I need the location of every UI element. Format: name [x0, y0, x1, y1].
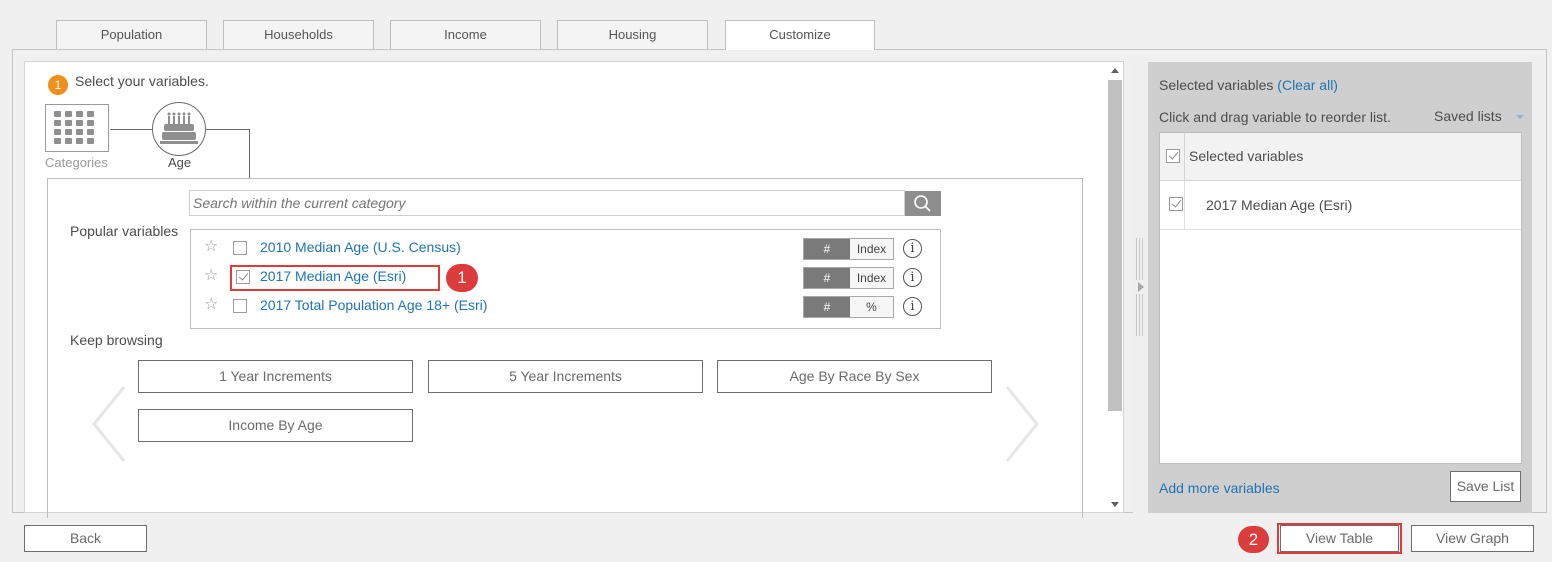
step-label: Select your variables.	[75, 73, 209, 89]
tab-income[interactable]: Income	[390, 20, 541, 49]
info-icon[interactable]: i	[903, 268, 922, 287]
keep-browsing-heading: Keep browsing	[70, 332, 163, 348]
selected-variables-title-text: Selected variables	[1159, 77, 1274, 93]
scrollbar[interactable]	[1108, 62, 1123, 512]
toggle-count[interactable]: #	[804, 239, 850, 259]
browse-1-year-increments-button[interactable]: 1 Year Increments	[138, 360, 413, 393]
toggle-index[interactable]: Index	[850, 268, 893, 288]
popular-variables-heading: Popular variables	[70, 223, 179, 239]
tab-housing[interactable]: Housing	[557, 20, 708, 49]
tab-households[interactable]: Households	[223, 20, 374, 49]
reorder-instructions: Click and drag variable to reorder list.	[1159, 109, 1391, 125]
breadcrumb-connector	[205, 129, 250, 130]
value-type-toggle[interactable]: # Index	[803, 238, 894, 260]
collapse-arrow-icon[interactable]	[1136, 280, 1146, 294]
callout-badge-1: 1	[446, 264, 478, 292]
back-button[interactable]: Back	[24, 525, 147, 552]
selected-variables-list: Selected variables 2017 Median Age (Esri…	[1159, 132, 1522, 464]
add-more-variables-link[interactable]: Add more variables	[1159, 480, 1280, 496]
breadcrumb-connector	[249, 129, 250, 178]
carousel-next-arrow-icon[interactable]	[1001, 385, 1041, 463]
selected-list-header-label: Selected variables	[1189, 148, 1304, 164]
search-button[interactable]	[905, 191, 941, 216]
scroll-down-arrow-icon[interactable]	[1111, 502, 1119, 507]
value-type-toggle[interactable]: # Index	[803, 267, 894, 289]
view-graph-button[interactable]: View Graph	[1411, 525, 1534, 552]
callout-badge-2: 2	[1238, 526, 1269, 553]
variable-checkbox[interactable]	[233, 299, 247, 313]
breadcrumb-categories-label[interactable]: Categories	[45, 155, 108, 170]
chevron-down-icon	[1516, 115, 1524, 119]
selected-list-item[interactable]: 2017 Median Age (Esri)	[1160, 181, 1521, 230]
clear-all-link[interactable]: (Clear all)	[1277, 77, 1338, 93]
select-all-checkbox[interactable]	[1166, 149, 1180, 163]
selected-list-header: Selected variables	[1160, 133, 1521, 181]
selected-variables-panel: Selected variables (Clear all) Click and…	[1148, 62, 1532, 513]
saved-lists-dropdown[interactable]: Saved lists	[1434, 108, 1524, 124]
star-icon[interactable]: ☆	[204, 239, 220, 255]
browse-income-by-age-button[interactable]: Income By Age	[138, 409, 413, 442]
star-icon[interactable]: ☆	[204, 268, 220, 284]
toggle-percent[interactable]: %	[850, 297, 893, 317]
toggle-count[interactable]: #	[804, 297, 850, 317]
variable-checkbox[interactable]	[233, 241, 247, 255]
save-list-button[interactable]: Save List	[1450, 471, 1521, 502]
tab-population[interactable]: Population	[56, 20, 207, 49]
scroll-up-arrow-icon[interactable]	[1111, 68, 1119, 73]
tab-customize[interactable]: Customize	[725, 20, 875, 50]
toggle-count[interactable]: #	[804, 268, 850, 288]
variable-link-2017-median-age[interactable]: 2017 Median Age (Esri)	[260, 268, 406, 284]
variable-browser-panel: 1 Select your variables. Categories Age …	[24, 61, 1124, 518]
age-cake-icon[interactable]	[152, 102, 206, 156]
value-type-toggle[interactable]: # %	[803, 296, 894, 318]
search-input[interactable]	[189, 190, 905, 216]
categories-icon[interactable]	[45, 104, 109, 152]
carousel-prev-arrow-icon[interactable]	[90, 385, 130, 463]
selected-item-label: 2017 Median Age (Esri)	[1206, 197, 1353, 213]
browse-age-by-race-by-sex-button[interactable]: Age By Race By Sex	[717, 360, 992, 393]
breadcrumb-age-label: Age	[168, 155, 192, 170]
panel-splitter[interactable]	[1133, 62, 1148, 513]
info-icon[interactable]: i	[903, 239, 922, 258]
step-badge: 1	[48, 75, 68, 95]
view-table-button[interactable]: View Table	[1280, 525, 1399, 552]
selected-variables-title: Selected variables (Clear all)	[1159, 77, 1338, 93]
variable-link-2017-population-18[interactable]: 2017 Total Population Age 18+ (Esri)	[260, 297, 487, 313]
toggle-index[interactable]: Index	[850, 239, 893, 259]
variable-checkbox-checked[interactable]	[236, 270, 250, 284]
saved-lists-label: Saved lists	[1434, 108, 1502, 124]
selected-item-checkbox[interactable]	[1169, 197, 1183, 211]
star-icon[interactable]: ☆	[204, 297, 220, 313]
search-icon	[914, 195, 931, 212]
scrollbar-thumb[interactable]	[1108, 80, 1122, 411]
info-icon[interactable]: i	[903, 297, 922, 316]
variable-link-2010-median-age[interactable]: 2010 Median Age (U.S. Census)	[260, 239, 461, 255]
breadcrumb-connector	[110, 129, 153, 130]
browse-5-year-increments-button[interactable]: 5 Year Increments	[428, 360, 703, 393]
